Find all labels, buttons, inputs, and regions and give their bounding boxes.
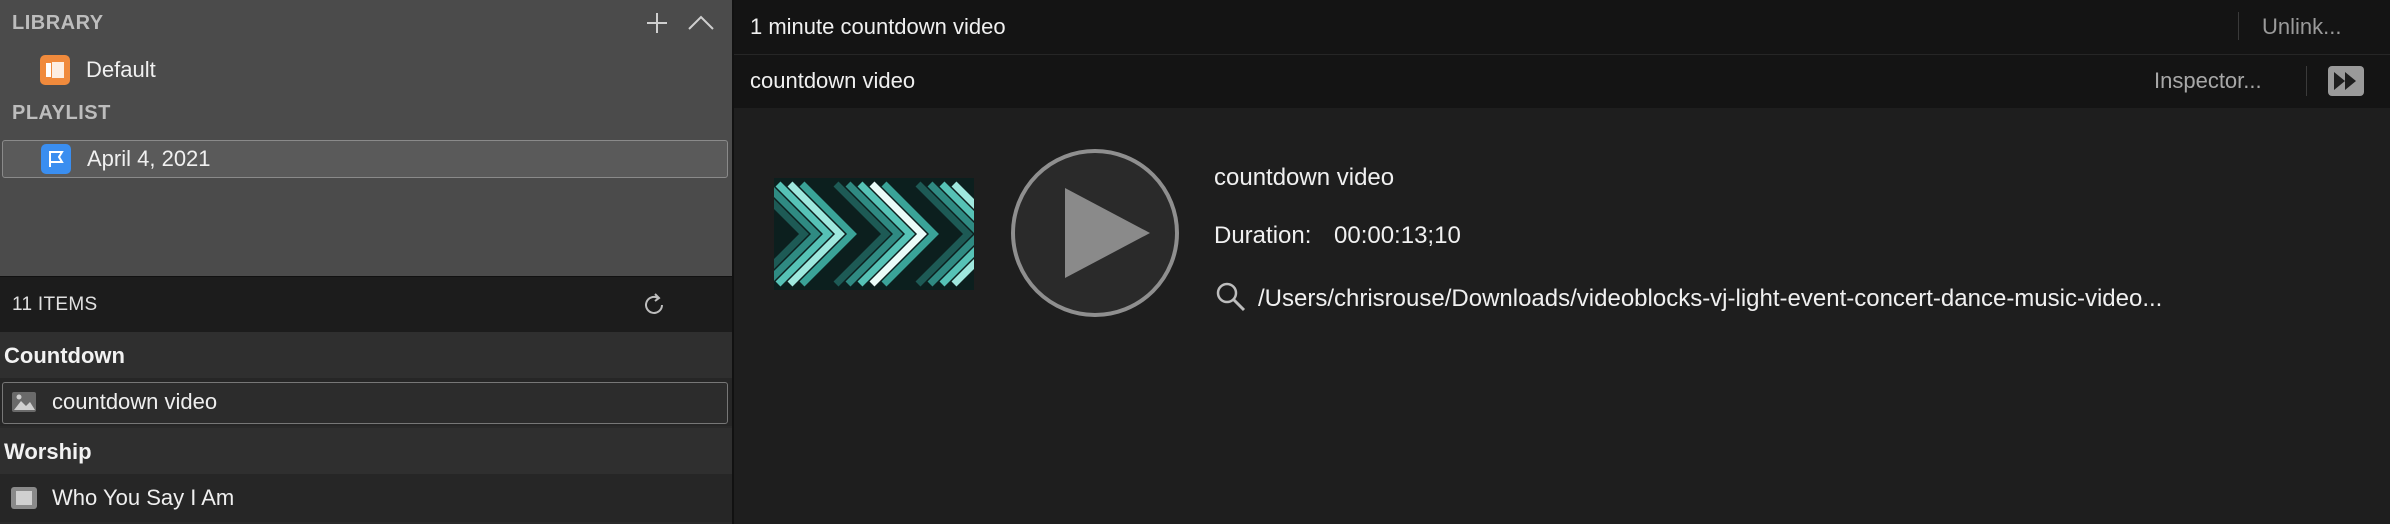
- playlist-flag-icon: [41, 144, 71, 174]
- library-heading: LIBRARY: [12, 12, 104, 34]
- media-file-path: /Users/chrisrouse/Downloads/videoblocks-…: [1258, 285, 2163, 312]
- group-title: Worship: [4, 439, 92, 464]
- media-path-row: /Users/chrisrouse/Downloads/videoblocks-…: [1214, 282, 2162, 316]
- list-item-who-you-say-i-am[interactable]: Who You Say I Am: [0, 474, 732, 522]
- library-item-label: Default: [86, 57, 156, 82]
- group-title: Countdown: [4, 343, 125, 368]
- library-item-default[interactable]: Default: [0, 52, 728, 88]
- separator: [2238, 12, 2239, 40]
- playlist-item-april-4-2021[interactable]: April 4, 2021: [2, 140, 728, 178]
- duration-value: 00:00:13;10: [1334, 222, 1461, 249]
- list-item-countdown-video[interactable]: countdown video: [0, 378, 732, 426]
- playlist-item-label: April 4, 2021: [87, 146, 211, 171]
- items-count: 11 ITEMS: [12, 294, 98, 315]
- inspector-button[interactable]: Inspector...: [2154, 68, 2262, 94]
- left-sidebar: LIBRARY Default PLAYLIST April 4, 2021 1…: [0, 0, 732, 524]
- library-icon: [40, 55, 70, 85]
- unlink-button[interactable]: Unlink...: [2262, 14, 2341, 40]
- main-panel: 1 minute countdown video Unlink... count…: [734, 0, 2390, 524]
- video-thumbnail[interactable]: [774, 178, 974, 290]
- group-header-worship: Worship: [0, 428, 732, 474]
- list-item-label: Who You Say I Am: [52, 485, 235, 510]
- expand-panel-icon[interactable]: [2328, 66, 2364, 96]
- playlist-heading: PLAYLIST: [12, 102, 111, 124]
- media-title: countdown video: [1214, 164, 1395, 191]
- add-icon[interactable]: [642, 8, 672, 38]
- main-header: 1 minute countdown video Unlink... count…: [734, 0, 2390, 108]
- play-button[interactable]: [1010, 148, 1180, 318]
- refresh-icon[interactable]: [640, 291, 668, 324]
- library-panel: LIBRARY Default PLAYLIST April 4, 2021: [0, 0, 732, 276]
- header-divider: [734, 54, 2390, 55]
- separator: [2306, 66, 2307, 96]
- duration-label: Duration:: [1214, 222, 1312, 249]
- items-toolbar: 11 ITEMS: [0, 276, 732, 333]
- image-icon: [8, 387, 40, 417]
- cue-subtitle: countdown video: [750, 68, 916, 93]
- presentation-icon: [8, 483, 40, 513]
- list-item-label: countdown video: [52, 389, 218, 414]
- page-title: 1 minute countdown video: [750, 14, 1006, 39]
- magnifier-icon[interactable]: [1214, 280, 1248, 319]
- collapse-chevron-up-icon[interactable]: [686, 8, 716, 38]
- group-header-countdown: Countdown: [0, 332, 732, 378]
